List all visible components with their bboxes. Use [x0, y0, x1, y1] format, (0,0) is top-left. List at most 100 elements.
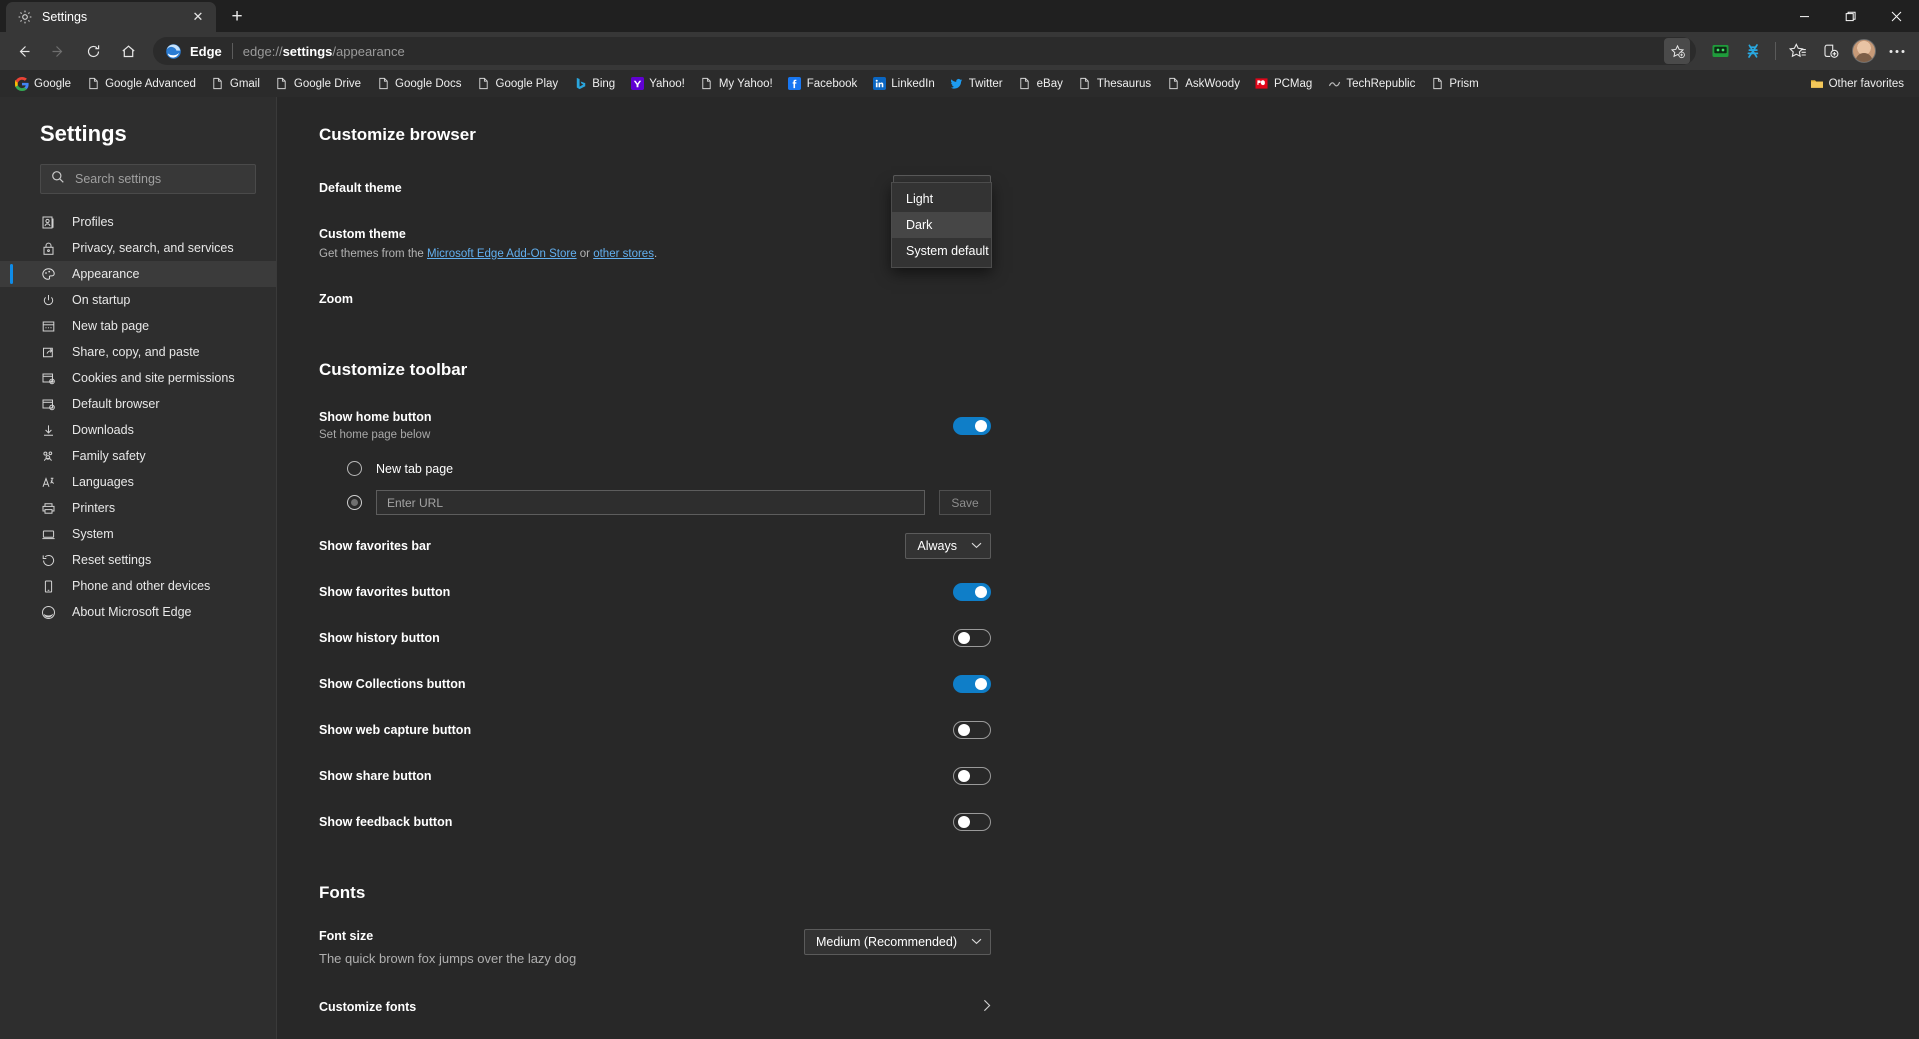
sidebar-item-system[interactable]: System	[0, 521, 276, 547]
toggle-knob	[958, 770, 970, 782]
radio-custom-url[interactable]	[347, 495, 362, 510]
sidebar-item-on-startup[interactable]: On startup	[0, 287, 276, 313]
browser-tab-settings[interactable]: Settings ✕	[6, 2, 216, 32]
customize-fonts-label: Customize fonts	[319, 1000, 417, 1014]
font-size-select[interactable]: Medium (Recommended)	[803, 929, 991, 955]
bookmark-item[interactable]: Google Drive	[268, 74, 368, 94]
sidebar-item-label: Reset settings	[72, 553, 152, 567]
bookmark-label: Facebook	[806, 77, 858, 90]
folder-icon	[1810, 77, 1824, 91]
fonts-heading: Fonts	[319, 883, 366, 902]
back-icon[interactable]	[6, 36, 40, 66]
bookmark-item[interactable]: My Yahoo!	[693, 74, 780, 94]
show-collections-button-toggle[interactable]	[953, 675, 991, 693]
search-input[interactable]	[75, 172, 245, 186]
page-icon	[275, 77, 289, 91]
favorites-bar: Google Google Advanced Gmail Google Driv…	[0, 70, 1919, 97]
bookmark-item[interactable]: Yahoo!	[623, 74, 692, 94]
show-favorites-button-toggle[interactable]	[953, 583, 991, 601]
close-window-icon[interactable]	[1873, 0, 1919, 32]
sidebar-item-profiles[interactable]: Profiles	[0, 209, 276, 235]
customize-browser-heading: Customize browser	[319, 125, 476, 144]
bookmark-item[interactable]: Bing	[566, 74, 622, 94]
sidebar-item-privacy[interactable]: Privacy, search, and services	[0, 235, 276, 261]
sidebar-item-label: Appearance	[72, 267, 140, 281]
dropdown-option-light[interactable]: Light	[892, 186, 991, 212]
edge-addon-store-link[interactable]: Microsoft Edge Add-On Store	[427, 248, 577, 260]
sidebar-item-label: Printers	[72, 501, 116, 515]
show-share-button-toggle[interactable]	[953, 767, 991, 785]
profile-avatar[interactable]	[1848, 36, 1880, 66]
sidebar-item-languages[interactable]: Languages	[0, 469, 276, 495]
show-history-button-toggle[interactable]	[953, 629, 991, 647]
zoom-row[interactable]: Zoom	[319, 286, 991, 312]
bookmark-item[interactable]: Gmail	[204, 74, 267, 94]
bookmark-label: Google	[34, 77, 72, 90]
bookmark-item[interactable]: Google	[8, 74, 78, 94]
show-feedback-button-label: Show feedback button	[319, 815, 453, 829]
other-stores-link[interactable]: other stores	[593, 248, 654, 260]
show-share-button-row: Show share button	[319, 763, 991, 789]
show-collections-button-label: Show Collections button	[319, 677, 466, 691]
address-bar[interactable]: Edge edge://settings/appearance	[153, 37, 1696, 65]
home-icon[interactable]	[111, 36, 145, 66]
minimize-icon[interactable]	[1781, 0, 1827, 32]
bookmark-item[interactable]: Google Advanced	[79, 74, 203, 94]
dropdown-option-system-default[interactable]: System default	[892, 238, 991, 264]
sidebar-item-appearance[interactable]: Appearance	[0, 261, 276, 287]
bookmark-item[interactable]: Thesaurus	[1071, 74, 1158, 94]
sidebar-item-reset-settings[interactable]: Reset settings	[0, 547, 276, 573]
save-button[interactable]: Save	[939, 490, 991, 515]
new-tab-button[interactable]: +	[223, 3, 251, 31]
favorites-icon[interactable]	[1782, 36, 1814, 66]
sidebar-item-default-browser[interactable]: Default browser	[0, 391, 276, 417]
bookmark-item[interactable]: AskWoody	[1159, 74, 1247, 94]
bookmark-item[interactable]: Google Docs	[369, 74, 468, 94]
default-browser-icon	[40, 396, 57, 413]
settings-more-icon[interactable]	[1881, 36, 1913, 66]
bookmark-item[interactable]: LinkedIn	[865, 74, 941, 94]
search-settings-box[interactable]	[40, 164, 256, 194]
refresh-icon[interactable]	[76, 36, 110, 66]
sidebar-item-new-tab-page[interactable]: New tab page	[0, 313, 276, 339]
show-favorites-bar-select[interactable]: Always	[905, 533, 991, 559]
bookmark-item[interactable]: Google Play	[470, 74, 566, 94]
techrepublic-icon	[1327, 77, 1341, 91]
sidebar-item-printers[interactable]: Printers	[0, 495, 276, 521]
show-web-capture-button-toggle[interactable]	[953, 721, 991, 739]
show-feedback-button-toggle[interactable]	[953, 813, 991, 831]
sidebar-item-share-copy-paste[interactable]: Share, copy, and paste	[0, 339, 276, 365]
customize-fonts-row[interactable]: Customize fonts	[319, 994, 991, 1020]
dropdown-option-dark[interactable]: Dark	[892, 212, 991, 238]
home-url-option[interactable]: Enter URL Save	[319, 490, 991, 515]
bookmark-item[interactable]: Facebook	[781, 74, 865, 94]
sidebar-item-family-safety[interactable]: Family safety	[0, 443, 276, 469]
extension-blue-icon[interactable]	[1737, 36, 1769, 66]
forward-icon[interactable]	[41, 36, 75, 66]
bookmark-item[interactable]: Twitter	[943, 74, 1010, 94]
sidebar-item-phone-devices[interactable]: Phone and other devices	[0, 573, 276, 599]
sidebar-item-downloads[interactable]: Downloads	[0, 417, 276, 443]
sidebar-item-label: Languages	[72, 475, 134, 489]
sidebar-item-cookies[interactable]: Cookies and site permissions	[0, 365, 276, 391]
bookmark-item[interactable]: Prism	[1423, 74, 1485, 94]
home-url-input[interactable]: Enter URL	[376, 490, 925, 515]
close-icon[interactable]: ✕	[188, 7, 208, 27]
other-favorites-button[interactable]: Other favorites	[1803, 74, 1911, 94]
bookmark-item[interactable]: PCMag	[1248, 74, 1319, 94]
radio-new-tab-page[interactable]	[347, 461, 362, 476]
sidebar-item-about-edge[interactable]: About Microsoft Edge	[0, 599, 276, 625]
show-home-button-toggle[interactable]	[953, 416, 991, 435]
home-new-tab-option[interactable]: New tab page	[319, 461, 991, 476]
maximize-icon[interactable]	[1827, 0, 1873, 32]
add-favorite-icon[interactable]	[1664, 38, 1690, 64]
bookmark-item[interactable]: TechRepublic	[1320, 74, 1422, 94]
show-home-button-text: Show home button Set home page below	[319, 410, 431, 441]
sidebar-item-label: System	[72, 527, 114, 541]
default-theme-dropdown[interactable]: Light Dark System default	[891, 182, 992, 268]
extension-green-icon[interactable]	[1704, 36, 1736, 66]
phone-icon	[40, 578, 57, 595]
bookmark-item[interactable]: eBay	[1011, 74, 1070, 94]
toggle-knob	[958, 816, 970, 828]
collections-icon[interactable]	[1815, 36, 1847, 66]
